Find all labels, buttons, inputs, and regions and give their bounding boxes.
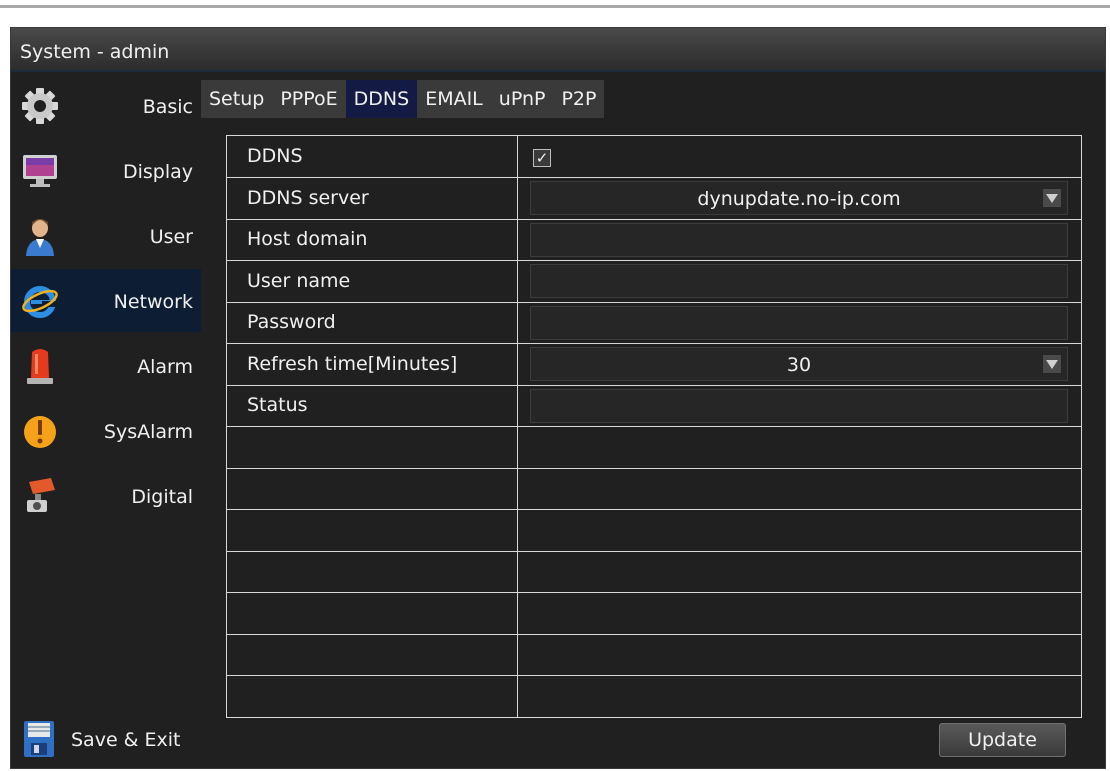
tab-upnp[interactable]: uPnP xyxy=(491,80,554,118)
row-divider xyxy=(227,343,1081,344)
sidebar: Basic Display User Network Alarm SysAlar… xyxy=(11,74,201,724)
sidebar-item-label: User xyxy=(149,226,193,248)
ddns-enable-checkbox[interactable]: ✓ xyxy=(533,149,551,167)
sidebar-item-label: Display xyxy=(122,161,193,183)
chevron-down-icon[interactable] xyxy=(1043,189,1061,207)
sidebar-item-label: Basic xyxy=(142,96,193,118)
row-divider xyxy=(227,260,1081,261)
tab-p2p[interactable]: P2P xyxy=(553,80,604,118)
warning-icon xyxy=(24,416,56,448)
monitor-icon xyxy=(23,155,57,187)
tab-setup[interactable]: Setup xyxy=(201,80,272,118)
status-label: Status xyxy=(247,394,308,416)
sidebar-item-sysalarm[interactable]: SysAlarm xyxy=(11,399,201,462)
row-divider xyxy=(227,634,1081,635)
status-field xyxy=(530,389,1068,423)
save-exit-label: Save & Exit xyxy=(71,729,181,751)
floppy-disk-icon xyxy=(24,721,54,757)
row-divider xyxy=(227,426,1081,427)
tab-ddns[interactable]: DDNS xyxy=(345,80,418,118)
chevron-down-icon[interactable] xyxy=(1043,355,1061,373)
sidebar-item-label: Alarm xyxy=(137,356,193,378)
sidebar-item-display[interactable]: Display xyxy=(11,139,201,202)
row-divider xyxy=(227,219,1081,220)
refresh-time-label: Refresh time[Minutes] xyxy=(247,353,458,375)
row-divider xyxy=(227,177,1081,178)
sidebar-item-label: Network xyxy=(113,291,193,313)
password-label: Password xyxy=(247,311,336,333)
system-window: System - admin Basic Display User Networ… xyxy=(10,27,1106,769)
host-domain-input[interactable] xyxy=(530,223,1068,257)
row-divider xyxy=(227,385,1081,386)
row-divider xyxy=(227,592,1081,593)
update-button[interactable]: Update xyxy=(939,723,1066,757)
user-icon xyxy=(26,219,54,256)
sidebar-item-network[interactable]: Network xyxy=(11,269,201,332)
user-name-input[interactable] xyxy=(530,264,1068,298)
user-name-label: User name xyxy=(247,270,351,292)
tab-pppoe[interactable]: PPPoE xyxy=(272,80,345,118)
title-bar: System - admin xyxy=(11,28,1105,72)
ddns-label: DDNS xyxy=(247,145,303,167)
sidebar-item-user[interactable]: User xyxy=(11,204,201,267)
internet-explorer-icon xyxy=(22,286,58,318)
row-divider xyxy=(227,551,1081,552)
ddns-settings-grid: DDNS ✓ DDNS server dynupdate.no-ip.com H… xyxy=(226,135,1082,718)
refresh-time-select[interactable]: 30 xyxy=(530,347,1068,381)
sidebar-item-label: SysAlarm xyxy=(103,421,193,443)
host-domain-label: Host domain xyxy=(247,228,368,250)
network-tabs: Setup PPPoE DDNS EMAIL uPnP P2P xyxy=(201,80,605,118)
ddns-server-value: dynupdate.no-ip.com xyxy=(697,188,901,210)
sidebar-item-digital[interactable]: Digital xyxy=(11,464,201,527)
siren-icon xyxy=(27,349,53,384)
ddns-server-label: DDNS server xyxy=(247,187,369,209)
password-input[interactable] xyxy=(530,306,1068,340)
check-icon: ✓ xyxy=(535,149,549,167)
top-divider xyxy=(0,5,1110,8)
sidebar-item-label: Digital xyxy=(131,486,193,508)
refresh-time-value: 30 xyxy=(786,354,812,376)
row-divider xyxy=(227,509,1081,510)
gear-icon xyxy=(22,88,58,124)
row-divider xyxy=(227,675,1081,676)
sidebar-item-basic[interactable]: Basic xyxy=(11,74,201,137)
ddns-server-select[interactable]: dynupdate.no-ip.com xyxy=(530,181,1068,215)
sidebar-item-alarm[interactable]: Alarm xyxy=(11,334,201,397)
save-exit-button[interactable]: Save & Exit xyxy=(11,714,211,764)
tab-email[interactable]: EMAIL xyxy=(417,80,491,118)
row-divider xyxy=(227,468,1081,469)
window-title: System - admin xyxy=(20,41,170,63)
camera-icon xyxy=(27,478,55,512)
row-divider xyxy=(227,302,1081,303)
